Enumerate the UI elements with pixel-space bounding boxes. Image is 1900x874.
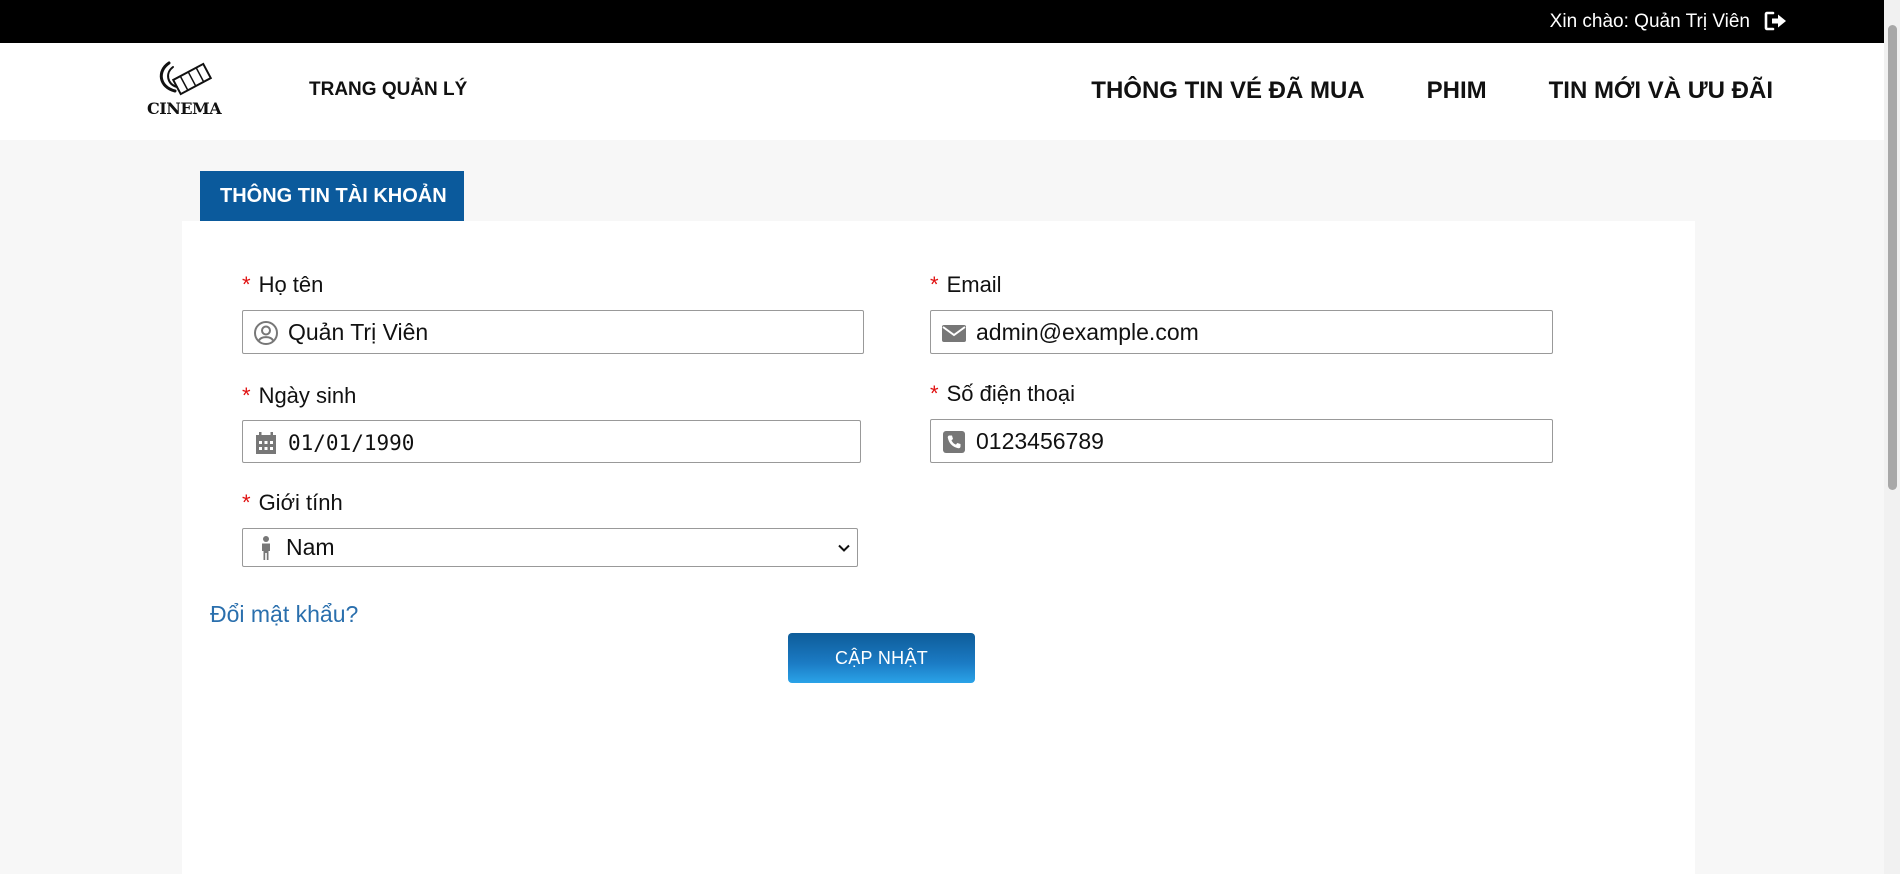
- required-mark: *: [242, 272, 251, 297]
- phone-field[interactable]: 0123456789: [930, 419, 1553, 463]
- site-header: CINEMA TRANG QUẢN LÝ THÔNG TIN VÉ ĐÃ MUA…: [0, 43, 1884, 140]
- gender-value: Nam: [286, 534, 335, 560]
- top-bar: Xin chào: Quản Trị Viên: [0, 0, 1884, 43]
- chevron-down-icon: [836, 540, 852, 556]
- film-reel-icon: [159, 61, 213, 96]
- nav-news-promotions[interactable]: TIN MỚI VÀ ƯU ĐÃI: [1549, 77, 1773, 105]
- required-mark: *: [242, 490, 251, 515]
- page-scrollbar[interactable]: [1884, 0, 1900, 874]
- birthday-value: 01/01/1990: [288, 431, 415, 455]
- phone-value: 0123456789: [976, 428, 1104, 454]
- cinema-logo[interactable]: CINEMA: [147, 57, 222, 127]
- user-circle-icon: [253, 320, 279, 346]
- envelope-icon: [941, 320, 967, 346]
- scrollbar-thumb[interactable]: [1888, 25, 1897, 490]
- main-nav: THÔNG TIN VÉ ĐÃ MUA PHIM TIN MỚI VÀ ƯU Đ…: [1091, 77, 1773, 105]
- gender-select[interactable]: Nam: [242, 528, 858, 567]
- required-mark: *: [930, 381, 939, 406]
- name-value: Quản Trị Viên: [288, 319, 429, 345]
- birthday-label: * Ngày sinh: [242, 383, 357, 408]
- name-field[interactable]: Quản Trị Viên: [242, 310, 864, 354]
- logo-wordmark: CINEMA: [147, 99, 222, 118]
- update-button[interactable]: CẬP NHẬT: [788, 633, 975, 683]
- admin-page-link[interactable]: TRANG QUẢN LÝ: [309, 79, 467, 101]
- birthday-field[interactable]: 01/01/1990: [242, 420, 861, 463]
- greeting-text: Xin chào: Quản Trị Viên: [1549, 11, 1750, 32]
- account-form-card: * Họ tên Quản Trị Viên * Email admin@examp…: [182, 221, 1695, 874]
- change-password-link[interactable]: Đổi mật khẩu?: [210, 601, 358, 628]
- tab-account-info[interactable]: THÔNG TIN TÀI KHOẢN: [200, 171, 464, 221]
- male-icon: [253, 535, 279, 561]
- calendar-icon: [253, 430, 279, 456]
- phone-label: * Số điện thoại: [930, 381, 1075, 406]
- email-value: admin@example.com: [976, 319, 1199, 345]
- nav-purchased-tickets[interactable]: THÔNG TIN VÉ ĐÃ MUA: [1091, 77, 1364, 105]
- name-label: * Họ tên: [242, 272, 324, 297]
- gender-label: * Giới tính: [242, 490, 343, 515]
- phone-square-icon: [941, 429, 967, 455]
- required-mark: *: [242, 383, 251, 408]
- sign-out-icon[interactable]: [1764, 11, 1788, 31]
- email-field[interactable]: admin@example.com: [930, 310, 1553, 354]
- required-mark: *: [930, 272, 939, 297]
- nav-movies[interactable]: PHIM: [1427, 77, 1487, 105]
- email-label: * Email: [930, 272, 1002, 297]
